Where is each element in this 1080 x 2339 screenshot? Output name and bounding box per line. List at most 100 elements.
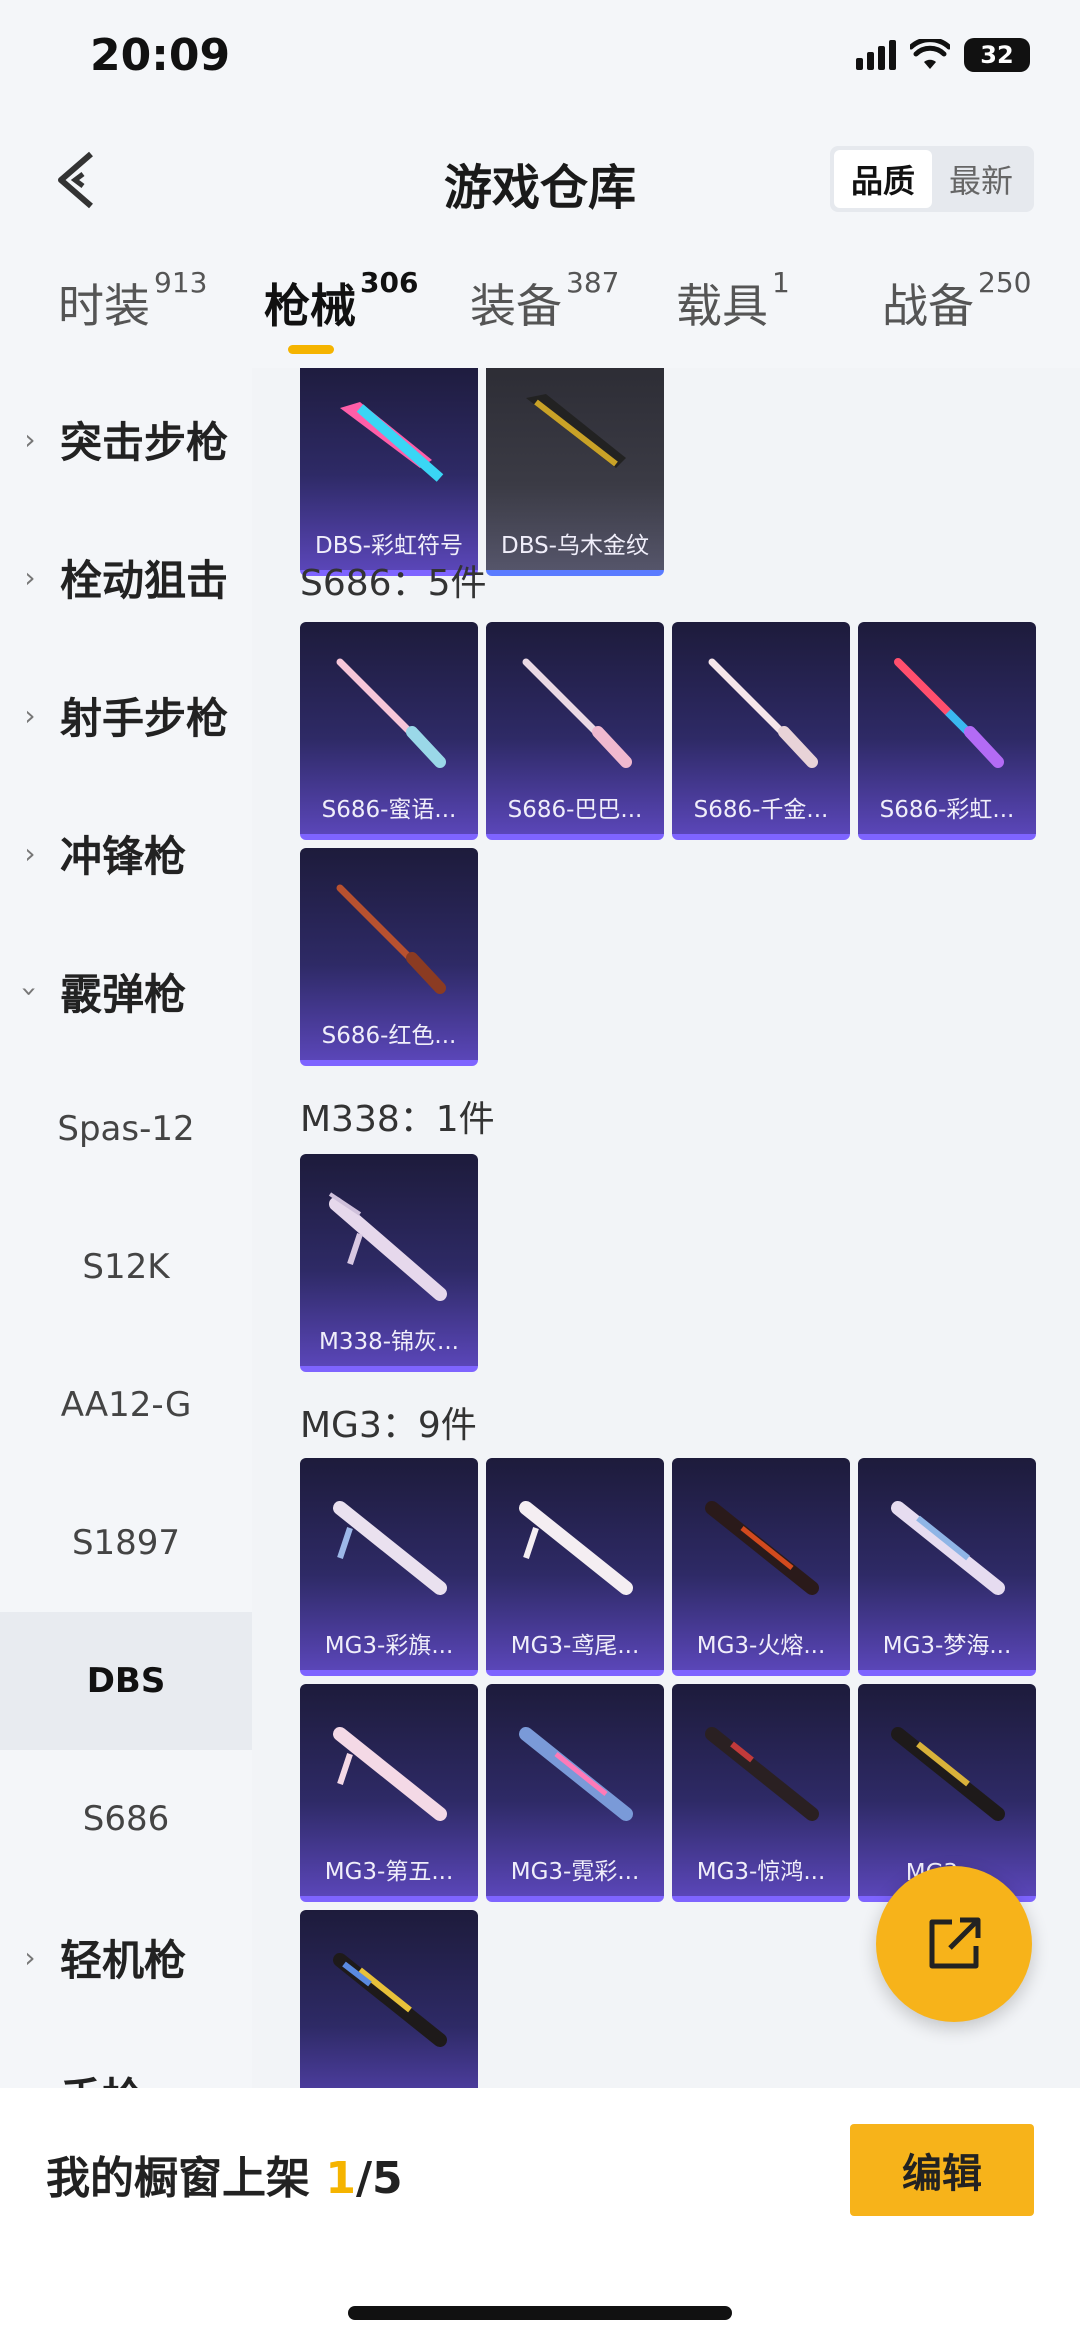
item-name: MG3-霓彩... xyxy=(510,1859,640,1885)
item-name: MG3-火熔... xyxy=(696,1633,826,1659)
sidebar-subitem-s1897[interactable]: S1897 xyxy=(0,1474,252,1612)
sidebar-item-smgs[interactable]: › 冲锋枪 xyxy=(0,784,252,922)
tab-vehicles[interactable]: 载具 1 xyxy=(676,266,790,336)
cellular-signal-icon xyxy=(856,40,896,70)
machine-gun-skin-icon xyxy=(333,1953,447,2047)
shotgun-skin-icon xyxy=(522,658,632,768)
sidebar: › 突击步枪 › 栓动狙击 › 射手步枪 › 冲锋枪 › 霰弹枪 Spas-12… xyxy=(0,368,252,2088)
sidebar-item-label: 轻机枪 xyxy=(60,1935,187,1985)
machine-gun-skin-icon xyxy=(705,1501,819,1595)
tab-gear[interactable]: 战备 250 xyxy=(882,266,1031,336)
battery-icon: 32 xyxy=(964,38,1030,72)
sort-quality-option[interactable]: 品质 xyxy=(834,150,932,208)
status-icons: 32 xyxy=(856,38,1030,72)
sidebar-subitem-dbs[interactable]: DBS xyxy=(0,1612,252,1750)
chevron-right-icon: › xyxy=(24,836,36,870)
item-card[interactable]: S686-巴巴... xyxy=(486,622,664,840)
edit-button[interactable]: 编辑 xyxy=(850,2124,1034,2216)
item-card[interactable]: MG3-第五... xyxy=(300,1684,478,1902)
sidebar-item-bolt-snipers[interactable]: › 栓动狙击 xyxy=(0,508,252,646)
item-name: S686-巴巴... xyxy=(507,797,643,823)
sidebar-item-label: 霰弹枪 xyxy=(60,969,187,1019)
chevron-right-icon: › xyxy=(24,1940,36,1974)
external-link-icon xyxy=(929,1917,981,1969)
tab-label: 载具 xyxy=(676,279,768,333)
sidebar-item-shotguns[interactable]: › 霰弹枪 xyxy=(0,922,252,1060)
item-card[interactable]: MG3-火熔... xyxy=(672,1458,850,1676)
section-title-m338: M338：1件 xyxy=(300,1099,495,1140)
machine-gun-skin-icon xyxy=(891,1727,1005,1821)
item-name: MG3-梦海... xyxy=(882,1633,1012,1659)
sidebar-item-assault-rifles[interactable]: › 突击步枪 xyxy=(0,370,252,508)
rifle-skin-icon xyxy=(328,1192,447,1301)
item-name: S686-千金... xyxy=(693,797,829,823)
tab-count: 1 xyxy=(772,266,790,299)
machine-gun-skin-icon xyxy=(519,1727,633,1821)
chevron-right-icon: › xyxy=(24,422,36,456)
tab-label: 时装 xyxy=(58,279,150,333)
section-title-mg3: MG3：9件 xyxy=(300,1405,477,1446)
item-name: MG3-彩旗... xyxy=(324,1633,454,1659)
item-card[interactable]: S686-蜜语... xyxy=(300,622,478,840)
item-card[interactable]: MG3-惊鸿... xyxy=(672,1684,850,1902)
tab-label: 枪械 xyxy=(264,279,356,333)
tab-equipment[interactable]: 装备 387 xyxy=(470,266,619,336)
shotgun-skin-icon xyxy=(340,402,444,482)
tab-count: 387 xyxy=(566,266,620,299)
item-card[interactable]: MG3-鸢尾... xyxy=(486,1458,664,1676)
sidebar-item-label: 手枪 xyxy=(60,2065,144,2089)
showcase-total-count: /5 xyxy=(355,2153,403,2204)
showcase-label: 我的橱窗上架 xyxy=(46,2153,326,2204)
item-card[interactable]: M338-锦灰... xyxy=(300,1154,478,1372)
item-card[interactable]: MG3-霓彩... xyxy=(486,1684,664,1902)
sidebar-item-label: 冲锋枪 xyxy=(60,831,187,881)
item-card[interactable]: DBS-乌木金纹 xyxy=(486,368,664,576)
chevron-right-icon: › xyxy=(24,560,36,594)
sidebar-item-marksman-rifles[interactable]: › 射手步枪 xyxy=(0,646,252,784)
item-card[interactable]: DBS-彩虹符号 xyxy=(300,368,478,576)
active-tab-indicator xyxy=(288,345,334,354)
status-bar: 20:09 32 xyxy=(0,0,1080,120)
sidebar-subitem-aa12g[interactable]: AA12-G xyxy=(0,1336,252,1474)
showcase-current-count: 1 xyxy=(325,2153,356,2204)
shotgun-skin-icon xyxy=(894,658,1004,768)
item-name: MG3-鸢尾... xyxy=(510,1633,640,1659)
machine-gun-skin-icon xyxy=(705,1727,819,1821)
tab-guns[interactable]: 枪械 306 xyxy=(264,266,418,336)
sidebar-subitem-spas12[interactable]: Spas-12 xyxy=(0,1060,252,1198)
item-name: MG3-惊鸿... xyxy=(696,1859,826,1885)
shotgun-skin-icon xyxy=(336,884,446,994)
sort-newest-option[interactable]: 最新 xyxy=(932,150,1030,208)
item-card[interactable]: MG3-梦海... xyxy=(858,1458,1036,1676)
item-card[interactable]: S686-红色... xyxy=(300,848,478,1066)
item-name: DBS-乌木金纹 xyxy=(501,533,649,559)
sidebar-subitem-s686[interactable]: S686 xyxy=(0,1750,252,1888)
category-tabs: 时装 913 枪械 306 装备 387 载具 1 战备 250 xyxy=(0,240,1080,368)
item-card[interactable]: S686-千金... xyxy=(672,622,850,840)
tab-count: 913 xyxy=(154,266,208,299)
status-time: 20:09 xyxy=(90,30,231,81)
item-name: MG3-第五... xyxy=(324,1859,454,1885)
item-name: S686-彩虹... xyxy=(879,797,1015,823)
section-title-s686: S686：5件 xyxy=(300,563,487,604)
machine-gun-skin-icon xyxy=(333,1727,447,1821)
showcase-status: 我的橱窗上架 1/5 xyxy=(46,2142,403,2206)
tab-count: 306 xyxy=(360,266,419,299)
machine-gun-skin-icon xyxy=(519,1501,633,1595)
item-grid: DBS-彩虹符号 DBS-乌木金纹 S686：5件 S686-蜜语... S68… xyxy=(252,368,1080,2088)
share-button[interactable] xyxy=(876,1866,1032,2022)
sidebar-item-pistols[interactable]: › 手枪 xyxy=(0,2026,252,2089)
item-name: M338-锦灰... xyxy=(319,1329,459,1355)
sidebar-subitem-s12k[interactable]: S12K xyxy=(0,1198,252,1336)
item-card[interactable]: MG3-彩旗... xyxy=(300,1458,478,1676)
tab-fashion[interactable]: 时装 913 xyxy=(58,266,207,336)
sidebar-item-label: 突击步枪 xyxy=(60,417,229,467)
tab-label: 装备 xyxy=(470,279,562,333)
tab-label: 战备 xyxy=(882,279,974,333)
item-card[interactable]: S686-彩虹... xyxy=(858,622,1036,840)
shotgun-skin-icon xyxy=(336,658,446,768)
header: 游戏仓库 品质 最新 xyxy=(0,120,1080,240)
sidebar-item-lmgs[interactable]: › 轻机枪 xyxy=(0,1888,252,2026)
item-card[interactable] xyxy=(300,1910,478,2088)
home-indicator[interactable] xyxy=(348,2306,732,2320)
